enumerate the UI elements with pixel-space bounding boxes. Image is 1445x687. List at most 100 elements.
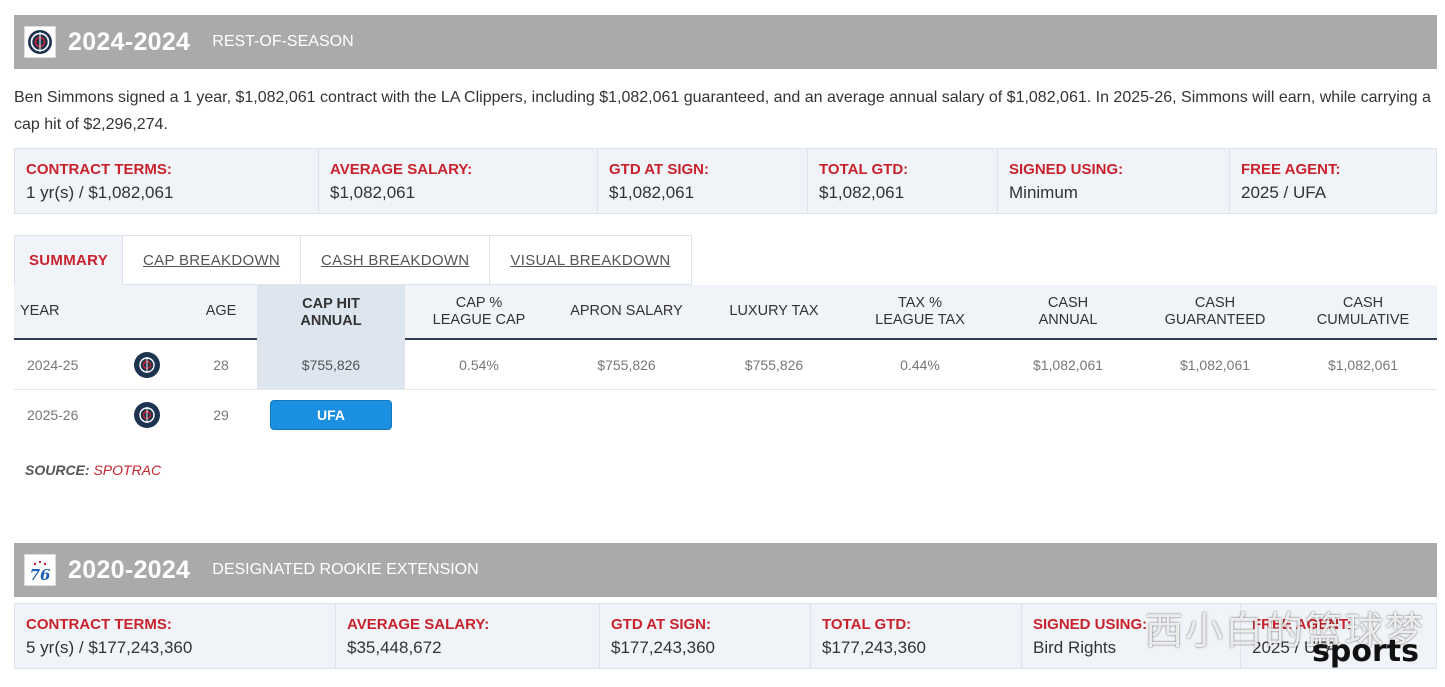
col-cash-annual[interactable]: CASH ANNUAL — [998, 285, 1138, 338]
ufa-badge-cell: UFA — [270, 390, 392, 440]
source-note: SOURCE: SPOTRAC — [25, 462, 161, 478]
source-link[interactable]: SPOTRAC — [93, 462, 161, 478]
source-label: SOURCE: — [25, 462, 90, 478]
tab-label: VISUAL BREAKDOWN — [510, 251, 671, 269]
col-cap-pct[interactable]: CAP % LEAGUE CAP — [409, 285, 549, 338]
col-cap-hit[interactable]: CAP HIT ANNUAL — [257, 285, 405, 340]
col-label: CASH — [1047, 294, 1089, 311]
col-apron-salary[interactable]: APRON SALARY — [554, 285, 699, 338]
clippers-logo-icon — [133, 390, 161, 440]
term-value: 1 yr(s) / $1,082,061 — [26, 183, 174, 202]
sixers-logo-icon: 76 — [24, 554, 56, 586]
term-gtd-at-sign: GTD AT SIGN: $177,243,360 — [600, 604, 811, 668]
col-luxury-tax[interactable]: LUXURY TAX — [704, 285, 844, 338]
col-label: APRON SALARY — [570, 303, 683, 319]
col-label: TAX % — [897, 294, 943, 311]
col-label: CUMULATIVE — [1316, 311, 1410, 328]
term-label: AVERAGE SALARY: — [330, 161, 473, 178]
term-free-agent: FREE AGENT: 2025 / UFA — [1241, 604, 1436, 668]
contract-header: 2024-2024 REST-OF-SEASON — [14, 15, 1437, 69]
term-value: Bird Rights — [1033, 638, 1117, 657]
col-label: YEAR — [20, 303, 60, 319]
col-label: CAP % — [455, 294, 503, 311]
col-label: ANNUAL — [1038, 311, 1098, 328]
cell-apron-salary: $755,826 — [597, 356, 656, 373]
term-label: CONTRACT TERMS: — [26, 161, 172, 178]
tab-cap-breakdown[interactable]: CAP BREAKDOWN — [123, 235, 302, 285]
term-label: SIGNED USING: — [1009, 161, 1124, 178]
term-signed-using: SIGNED USING: Bird Rights — [1022, 604, 1241, 668]
col-label: LUXURY TAX — [729, 303, 819, 319]
term-average-salary: AVERAGE SALARY: $1,082,061 — [319, 149, 598, 213]
term-value: $1,082,061 — [609, 183, 695, 202]
contract-terms-row: CONTRACT TERMS: 5 yr(s) / $177,243,360 A… — [14, 603, 1437, 669]
contract-description: Ben Simmons signed a 1 year, $1,082,061 … — [14, 89, 1431, 133]
col-label: AGE — [205, 303, 237, 319]
table-row: 2024-25 28 $755,826 0.54% $755,826 $755,… — [14, 340, 1437, 390]
cell-tax-pct: 0.44% — [900, 356, 940, 373]
sixers-logo-text: 76 — [30, 566, 51, 584]
col-label: CAP HIT — [302, 295, 360, 312]
tab-label: CASH BREAKDOWN — [321, 251, 470, 269]
term-label: GTD AT SIGN: — [609, 161, 709, 178]
term-contract-terms: CONTRACT TERMS: 5 yr(s) / $177,243,360 — [15, 604, 336, 668]
cell-age: 28 — [213, 356, 229, 373]
term-value: $177,243,360 — [611, 638, 715, 657]
tab-summary[interactable]: SUMMARY — [14, 235, 124, 285]
col-age[interactable]: AGE — [194, 285, 248, 338]
term-total-gtd: TOTAL GTD: $1,082,061 — [808, 149, 998, 213]
term-gtd-at-sign: GTD AT SIGN: $1,082,061 — [598, 149, 808, 213]
tab-visual-breakdown[interactable]: VISUAL BREAKDOWN — [490, 235, 692, 285]
cell-cap-hit: $755,826 — [257, 340, 405, 389]
term-label: GTD AT SIGN: — [611, 616, 711, 633]
table-header: YEAR AGE CAP HIT ANNUAL CAP % LEAGUE CAP… — [14, 285, 1437, 340]
contract-type: REST-OF-SEASON — [212, 33, 354, 50]
col-label: CASH — [1194, 294, 1236, 311]
term-label: FREE AGENT: — [1241, 161, 1341, 178]
table-row: 2025-26 29 UFA — [14, 390, 1437, 440]
tab-label: CAP BREAKDOWN — [143, 251, 281, 269]
term-label: TOTAL GTD: — [819, 161, 909, 178]
clippers-logo-icon — [133, 340, 161, 389]
col-cash-cumulative[interactable]: CASH CUMULATIVE — [1293, 285, 1433, 338]
term-total-gtd: TOTAL GTD: $177,243,360 — [811, 604, 1022, 668]
term-value: $1,082,061 — [819, 183, 905, 202]
breakdown-tabs: SUMMARY CAP BREAKDOWN CASH BREAKDOWN VIS… — [14, 235, 692, 285]
term-label: FREE AGENT: — [1252, 616, 1352, 633]
cell-age: 29 — [213, 407, 229, 423]
col-tax-pct[interactable]: TAX % LEAGUE TAX — [850, 285, 990, 338]
term-label: TOTAL GTD: — [822, 616, 912, 633]
cell-year: 2025-26 — [27, 407, 79, 423]
term-value: 5 yr(s) / $177,243,360 — [26, 638, 193, 657]
cell-cap-pct: 0.54% — [459, 356, 499, 373]
contract-terms-row: CONTRACT TERMS: 1 yr(s) / $1,082,061 AVE… — [14, 148, 1437, 214]
term-value: Minimum — [1009, 183, 1078, 202]
term-contract-terms: CONTRACT TERMS: 1 yr(s) / $1,082,061 — [15, 149, 319, 213]
term-signed-using: SIGNED USING: Minimum — [998, 149, 1230, 213]
term-label: CONTRACT TERMS: — [26, 616, 172, 633]
contract-type: DESIGNATED ROOKIE EXTENSION — [212, 561, 479, 578]
col-year[interactable]: YEAR — [20, 285, 100, 338]
ufa-badge[interactable]: UFA — [270, 400, 392, 430]
col-label: ANNUAL — [300, 312, 362, 329]
contract-years: 2024-2024 — [68, 27, 191, 56]
term-label: AVERAGE SALARY: — [347, 616, 490, 633]
cell-year: 2024-25 — [27, 356, 79, 373]
contract-header: 76 2020-2024 DESIGNATED ROOKIE EXTENSION — [14, 543, 1437, 597]
cell-cash-cumulative: $1,082,061 — [1327, 356, 1399, 373]
term-label: SIGNED USING: — [1033, 616, 1148, 633]
term-value: $35,448,672 — [347, 638, 442, 657]
col-label: LEAGUE TAX — [875, 311, 965, 328]
col-label: LEAGUE CAP — [432, 311, 526, 328]
col-label: GUARANTEED — [1164, 311, 1266, 328]
term-average-salary: AVERAGE SALARY: $35,448,672 — [336, 604, 600, 668]
term-value: $1,082,061 — [330, 183, 416, 202]
col-label: CASH — [1342, 294, 1384, 311]
term-value: 2025 / UFA — [1252, 638, 1338, 657]
tab-cash-breakdown[interactable]: CASH BREAKDOWN — [301, 235, 491, 285]
col-cash-guaranteed[interactable]: CASH GUARANTEED — [1145, 285, 1285, 338]
term-value: 2025 / UFA — [1241, 183, 1327, 202]
term-value: $177,243,360 — [822, 638, 926, 657]
term-free-agent: FREE AGENT: 2025 / UFA — [1230, 149, 1436, 213]
cell-cash-annual: $1,082,061 — [1032, 356, 1104, 373]
